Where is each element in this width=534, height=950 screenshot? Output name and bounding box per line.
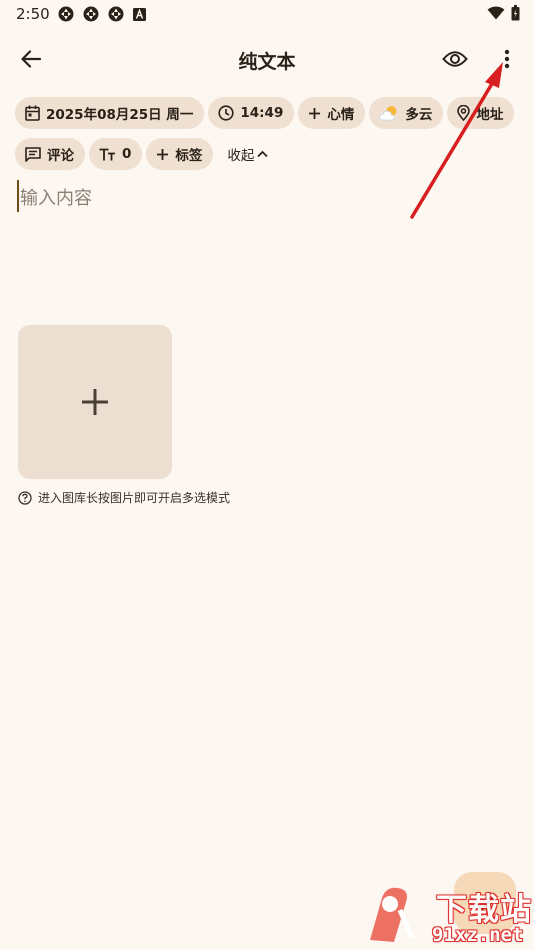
- comment-icon: [25, 146, 41, 162]
- help-circle-icon: [18, 490, 32, 505]
- weather-chip[interactable]: 多云: [369, 97, 444, 129]
- partly-cloudy-icon: [379, 106, 397, 121]
- content-placeholder: 输入内容: [20, 188, 92, 209]
- status-notification-icons: [58, 6, 146, 22]
- time-chip[interactable]: 14:49: [208, 97, 295, 129]
- text-caret: [17, 180, 19, 212]
- location-pin-icon: [457, 105, 471, 121]
- comment-chip[interactable]: 评论: [15, 138, 85, 170]
- gallery-hint: 进入图库长按图片即可开启多选模式: [18, 489, 230, 506]
- metadata-chip-row-1: 2025年08月25日 周一 14:49 心情 多云 地址: [15, 97, 515, 129]
- eye-icon: [442, 51, 468, 67]
- chevron-up-icon: [257, 150, 269, 158]
- more-vertical-icon: [504, 49, 510, 69]
- plus-icon: [157, 148, 169, 160]
- watermark-logo-icon: [370, 887, 415, 942]
- font-a-icon: [133, 7, 146, 21]
- location-chip[interactable]: 地址: [447, 97, 515, 129]
- tag-chip[interactable]: 标签: [146, 138, 214, 170]
- comment-chip-label: 评论: [47, 148, 74, 164]
- aperture-icon: [108, 6, 124, 22]
- preview-button[interactable]: [438, 42, 472, 76]
- plus-icon: [309, 107, 321, 119]
- add-image-button[interactable]: [18, 325, 172, 479]
- word-count-chip[interactable]: 0: [89, 138, 143, 170]
- date-chip[interactable]: 2025年08月25日 周一: [15, 97, 205, 129]
- status-system-icons: [487, 5, 520, 21]
- watermark-url: 91xz.net: [432, 924, 524, 946]
- date-chip-label: 2025年08月25日 周一: [46, 107, 194, 123]
- gallery-hint-text: 进入图库长按图片即可开启多选模式: [38, 491, 231, 505]
- collapse-button[interactable]: 收起: [217, 138, 274, 170]
- watermark-name: 下载站: [436, 892, 532, 928]
- battery-icon: [511, 5, 520, 21]
- mood-chip-label: 心情: [327, 107, 355, 123]
- aperture-icon: [58, 6, 74, 22]
- content-editor[interactable]: 输入内容: [17, 178, 517, 298]
- time-chip-label: 14:49: [240, 105, 284, 121]
- clock-icon: [218, 105, 234, 121]
- wifi-icon: [487, 6, 505, 20]
- mood-chip[interactable]: 心情: [298, 97, 366, 129]
- status-bar: 2:50: [0, 0, 534, 28]
- more-options-button[interactable]: [493, 42, 521, 76]
- collapse-label: 收起: [227, 148, 255, 164]
- aperture-icon: [83, 6, 99, 22]
- metadata-chip-row-2: 评论 0 标签 收起: [15, 138, 274, 170]
- plus-icon: [82, 389, 108, 415]
- app-toolbar: 纯文本: [0, 38, 534, 80]
- weather-chip-label: 多云: [405, 107, 433, 123]
- word-count-chip-label: 0: [122, 146, 132, 162]
- location-chip-label: 地址: [476, 107, 504, 123]
- status-time: 2:50: [16, 5, 50, 23]
- text-size-icon: [99, 148, 115, 160]
- calendar-icon: [25, 105, 40, 121]
- site-watermark: 下载站 91xz.net: [360, 880, 532, 948]
- tag-chip-label: 标签: [175, 148, 203, 164]
